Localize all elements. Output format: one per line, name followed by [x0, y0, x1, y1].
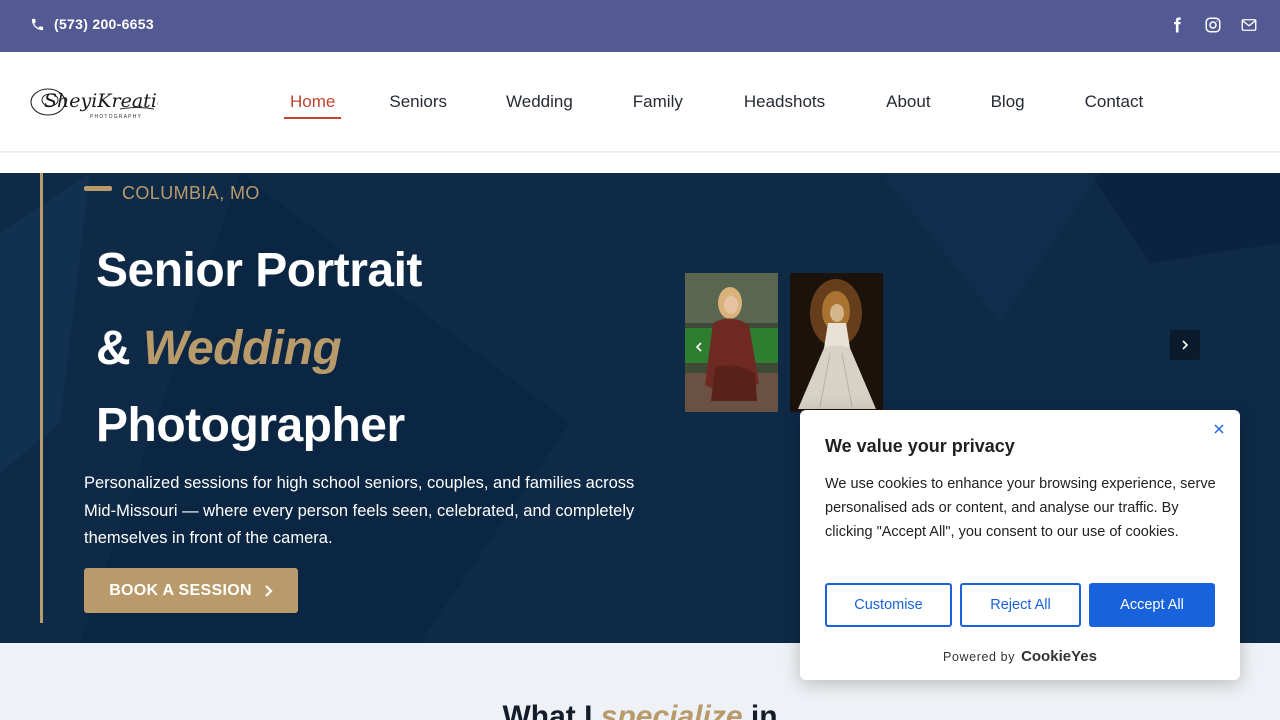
cookie-title: We value your privacy — [825, 436, 1015, 456]
specialties-prefix: What I — [502, 700, 601, 720]
location-label: COLUMBIA, MO — [122, 183, 260, 203]
book-session-label: BOOK A SESSION — [109, 581, 252, 599]
close-icon[interactable] — [1212, 422, 1226, 436]
carousel-next-button[interactable] — [1170, 330, 1200, 360]
hero-heading-line3: Photographer — [96, 399, 405, 452]
main-nav: Home Seniors Wedding Family Headshots Ab… — [260, 52, 1149, 152]
powered-by: Powered by CookieYes — [800, 648, 1240, 665]
phone-link[interactable]: (573) 200-6653 — [30, 16, 154, 32]
nav-about[interactable]: About — [880, 84, 936, 120]
heading-accent-wedding: Wedding — [143, 322, 342, 375]
hero-accent-line — [40, 173, 43, 623]
reject-all-button[interactable]: Reject All — [960, 583, 1081, 627]
specialties-accent: specialize — [600, 700, 743, 720]
heading-ampersand: & — [96, 322, 143, 375]
site-header: SheyiKreations PHOTOGRAPHY Home Seniors … — [0, 52, 1280, 152]
nav-family[interactable]: Family — [627, 84, 689, 120]
eyebrow-dash — [84, 186, 112, 191]
location-eyebrow: COLUMBIA, MO — [84, 183, 260, 204]
facebook-icon[interactable] — [1168, 16, 1186, 34]
svg-text:PHOTOGRAPHY: PHOTOGRAPHY — [90, 114, 142, 120]
nav-seniors[interactable]: Seniors — [383, 84, 453, 120]
hero-description: Personalized sessions for high school se… — [84, 474, 635, 547]
social-links — [1168, 16, 1258, 34]
chevron-right-icon — [1182, 340, 1189, 350]
chevron-right-icon — [265, 584, 273, 597]
nav-blog[interactable]: Blog — [985, 84, 1031, 120]
cookie-consent-dialog: We value your privacy We use cookies to … — [800, 410, 1240, 680]
specialties-suffix: in — [742, 700, 778, 720]
phone-number: (573) 200-6653 — [54, 16, 154, 32]
svg-text:SheyiKreations: SheyiKreations — [44, 90, 158, 112]
phone-icon — [31, 18, 44, 30]
cookie-body: We use cookies to enhance your browsing … — [825, 476, 1216, 540]
gallery-image-wedding[interactable] — [790, 273, 883, 412]
chevron-left-icon — [695, 342, 702, 352]
hero-heading-line2: & Wedding — [96, 321, 342, 376]
hero-heading-line1: Senior Portrait — [96, 244, 422, 297]
customise-button[interactable]: Customise — [825, 583, 952, 627]
header-spacer — [0, 153, 1280, 173]
mail-icon[interactable] — [1240, 16, 1258, 34]
site-logo[interactable]: SheyiKreations PHOTOGRAPHY — [28, 76, 191, 128]
nav-home[interactable]: Home — [284, 84, 342, 120]
carousel-prev-button[interactable] — [688, 336, 710, 358]
nav-contact[interactable]: Contact — [1079, 84, 1150, 120]
nav-headshots[interactable]: Headshots — [738, 84, 831, 120]
cookieyes-logo[interactable]: CookieYes — [1021, 648, 1097, 665]
book-session-button[interactable]: BOOK A SESSION — [84, 568, 298, 613]
accept-all-button[interactable]: Accept All — [1089, 583, 1215, 627]
instagram-icon[interactable] — [1204, 16, 1222, 34]
top-bar: (573) 200-6653 — [0, 0, 1280, 52]
nav-wedding[interactable]: Wedding — [500, 84, 579, 120]
specialties-heading: What I specialize in — [0, 700, 1280, 720]
powered-by-label: Powered by — [943, 649, 1016, 664]
